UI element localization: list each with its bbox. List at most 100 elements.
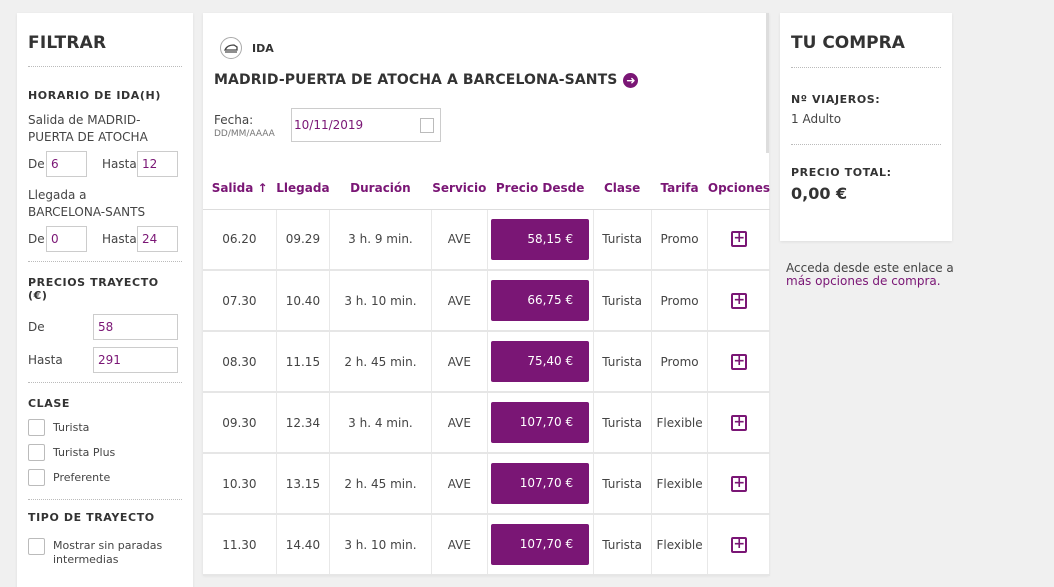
llegada-hasta-input[interactable] <box>137 226 178 252</box>
clase-turista-checkbox[interactable]: Turista <box>28 415 182 440</box>
purchase-title: TU COMPRA <box>791 33 905 53</box>
salida-hasta-input[interactable] <box>137 151 178 177</box>
calendar-icon[interactable] <box>420 118 434 133</box>
cell-servicio: AVE <box>431 453 488 515</box>
cell-clase: Turista <box>593 209 652 271</box>
plus-icon[interactable]: + <box>731 292 748 309</box>
price-button[interactable]: 75,40 € <box>491 341 590 382</box>
table-row[interactable]: 06.20 09.29 3 h. 9 min. AVE 58,15 € Turista Pr… <box>203 209 770 271</box>
cell-precio: 107,70 € <box>487 392 594 454</box>
arrow-right-icon[interactable]: ➜ <box>623 72 639 88</box>
divider <box>28 66 182 67</box>
more-options-note: Acceda desde este enlace a más opciones … <box>786 262 986 288</box>
price-button[interactable]: 66,75 € <box>491 280 590 321</box>
cell-salida: 08.30 <box>203 331 277 393</box>
cell-clase: Turista <box>593 270 652 332</box>
cell-tarifa: Promo <box>651 270 709 332</box>
col-salida[interactable]: Salida ↑ <box>203 167 277 210</box>
checkbox-box[interactable] <box>28 538 45 555</box>
cell-llegada: 13.15 <box>276 453 331 515</box>
scrollbar[interactable] <box>766 13 769 153</box>
cell-precio: 75,40 € <box>487 331 594 393</box>
llegada-de-input[interactable] <box>46 226 87 252</box>
cell-tarifa: Flexible <box>651 392 709 454</box>
table-row[interactable]: 11.30 14.40 3 h. 10 min. AVE 107,70 € Turista… <box>203 514 770 576</box>
price-button[interactable]: 58,15 € <box>491 218 590 260</box>
table-row[interactable]: 09.30 12.34 3 h. 4 min. AVE 107,70 € Turista F… <box>203 392 770 454</box>
col-tarifa[interactable]: Tarifa <box>651 167 708 210</box>
purchase-panel: TU COMPRA Nº VIAJEROS: 1 Adulto PRECIO T… <box>780 13 952 241</box>
cell-clase: Turista <box>593 331 652 393</box>
cell-duracion: 3 h. 10 min. <box>329 270 432 332</box>
fecha-label: Fecha: <box>214 113 254 127</box>
note-text: Acceda desde este enlace a <box>786 261 954 275</box>
checkbox-box[interactable] <box>28 419 45 436</box>
horario-title: HORARIO DE IDA(H) <box>28 89 161 102</box>
route-text: MADRID-PUERTA DE ATOCHA A BARCELONA-SANT… <box>214 72 618 88</box>
date-input[interactable]: 10/11/2019 <box>291 108 441 142</box>
salida-de-label: De <box>28 157 45 171</box>
table-header: Salida ↑ Llegada Duración Servicio Preci… <box>203 167 770 210</box>
filter-title: FILTRAR <box>28 33 107 53</box>
divider <box>28 382 182 383</box>
checkbox-label: Preferente <box>53 471 111 484</box>
checkbox-box[interactable] <box>28 469 45 486</box>
checkbox-box[interactable] <box>28 444 45 461</box>
cell-duracion: 3 h. 4 min. <box>329 392 432 454</box>
cell-clase: Turista <box>593 453 652 515</box>
table-row[interactable]: 10.30 13.15 2 h. 45 min. AVE 107,70 € Turista… <box>203 453 770 515</box>
cell-tarifa: Flexible <box>651 514 709 576</box>
cell-clase: Turista <box>593 392 652 454</box>
llegada-hasta-label: Hasta <box>102 232 137 246</box>
cell-salida: 06.20 <box>203 209 277 271</box>
col-duracion[interactable]: Duración <box>329 167 432 210</box>
cell-servicio: AVE <box>431 331 488 393</box>
cell-llegada: 10.40 <box>276 270 331 332</box>
llegada-de-label: De <box>28 232 45 246</box>
cell-tarifa: Promo <box>651 331 709 393</box>
route-title[interactable]: MADRID-PUERTA DE ATOCHA A BARCELONA-SANT… <box>214 72 639 88</box>
table-row[interactable]: 08.30 11.15 2 h. 45 min. AVE 75,40 € Turista P… <box>203 331 770 393</box>
cell-llegada: 14.40 <box>276 514 331 576</box>
clase-preferente-checkbox[interactable]: Preferente <box>28 465 182 490</box>
plus-icon[interactable]: + <box>731 353 748 370</box>
cell-salida: 11.30 <box>203 514 277 576</box>
viajeros-value: 1 Adulto <box>791 112 842 126</box>
plus-icon[interactable]: + <box>731 414 748 431</box>
precio-de-label: De <box>28 320 45 334</box>
results-table: Salida ↑ Llegada Duración Servicio Preci… <box>203 167 770 576</box>
precio-hasta-input[interactable] <box>93 347 178 373</box>
sin-paradas-checkbox[interactable]: Mostrar sin paradas intermedias <box>28 538 182 567</box>
cell-opciones: + <box>707 392 770 454</box>
plus-icon[interactable]: + <box>731 536 748 553</box>
date-value: 10/11/2019 <box>294 118 364 132</box>
divider <box>28 261 182 262</box>
plus-icon[interactable]: + <box>731 475 748 492</box>
price-button[interactable]: 107,70 € <box>491 402 590 443</box>
col-llegada[interactable]: Llegada <box>276 167 330 210</box>
tipo-title: TIPO DE TRAYECTO <box>28 511 155 524</box>
cell-duracion: 2 h. 45 min. <box>329 331 432 393</box>
divider <box>791 67 941 68</box>
clase-turista-plus-checkbox[interactable]: Turista Plus <box>28 440 182 465</box>
price-button[interactable]: 107,70 € <box>491 524 590 565</box>
cell-llegada: 09.29 <box>276 209 331 271</box>
salida-de-input[interactable] <box>46 151 87 177</box>
cell-salida: 07.30 <box>203 270 277 332</box>
col-servicio[interactable]: Servicio <box>431 167 488 210</box>
divider <box>791 144 941 145</box>
col-opciones: Opciones <box>707 167 770 210</box>
price-button[interactable]: 107,70 € <box>491 463 590 504</box>
col-precio[interactable]: Precio Desde <box>487 167 593 210</box>
col-clase[interactable]: Clase <box>593 167 652 210</box>
cell-salida: 10.30 <box>203 453 277 515</box>
cell-tarifa: Promo <box>651 209 709 271</box>
precio-de-input[interactable] <box>93 314 178 340</box>
plus-icon[interactable]: + <box>731 231 748 248</box>
salida-label: Salida de MADRID-PUERTA DE ATOCHA <box>28 113 148 144</box>
more-options-link[interactable]: más opciones de compra. <box>786 274 941 288</box>
table-row[interactable]: 07.30 10.40 3 h. 10 min. AVE 66,75 € Turista P… <box>203 270 770 332</box>
cell-precio: 66,75 € <box>487 270 594 332</box>
direction-label: IDA <box>252 41 274 55</box>
direction-header: IDA <box>220 37 274 59</box>
